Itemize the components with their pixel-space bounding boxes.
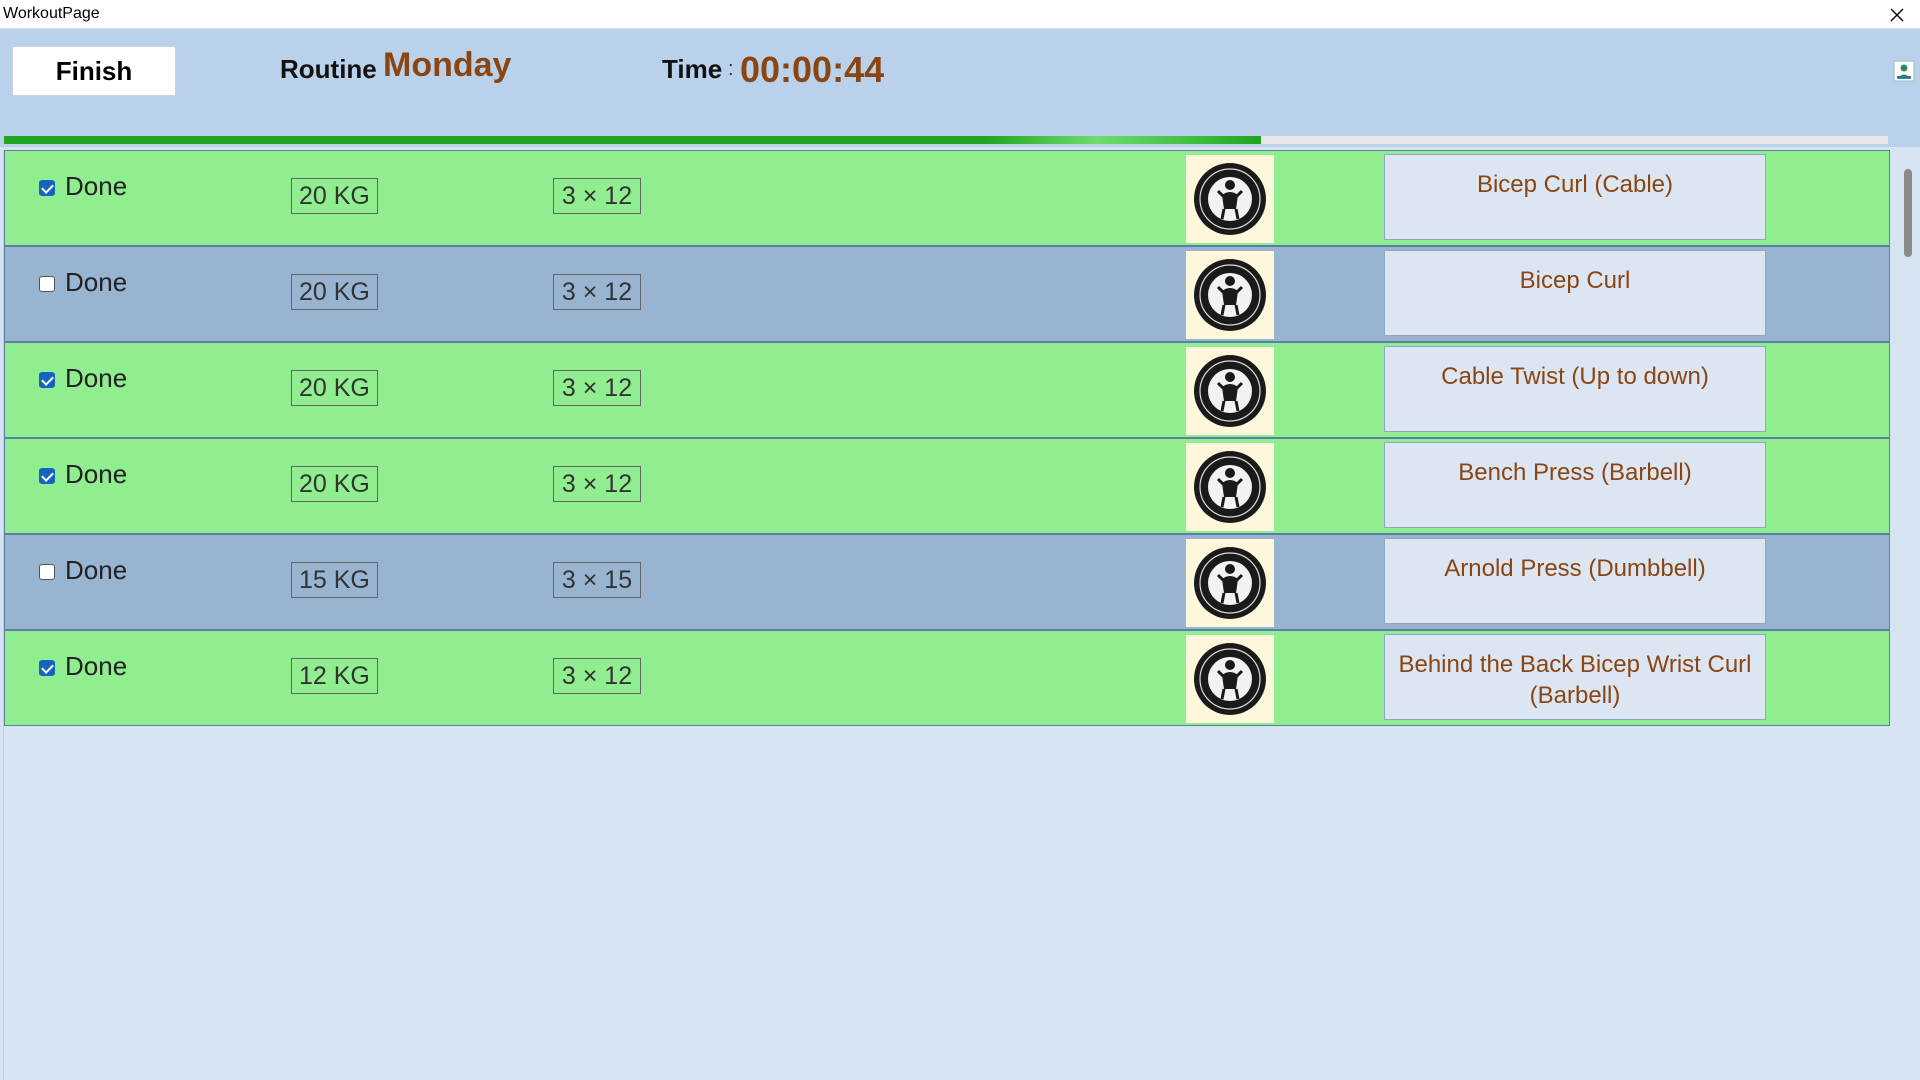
done-label[interactable]: Done [65, 171, 127, 202]
exercise-name-button[interactable]: Cable Twist (Up to down) [1384, 346, 1766, 432]
exercise-thumbnail [1186, 539, 1274, 627]
time-label: Time [662, 54, 723, 84]
done-label[interactable]: Done [65, 363, 127, 394]
window-title: WorkoutPage [3, 5, 100, 22]
finish-button[interactable]: Finish [12, 46, 176, 96]
time-separator: : [728, 58, 734, 80]
exercise-name-button[interactable]: Bicep Curl (Cable) [1384, 154, 1766, 240]
sets-reps-field[interactable]: 3 × 15 [553, 562, 641, 598]
weight-field[interactable]: 12 KG [291, 658, 378, 694]
sets-reps-field[interactable]: 3 × 12 [553, 370, 641, 406]
done-checkbox[interactable] [39, 276, 55, 292]
exercise-name-button[interactable]: Bicep Curl [1384, 250, 1766, 336]
exercise-thumbnail [1186, 251, 1274, 339]
elapsed-time: 00:00:44 [740, 49, 885, 90]
exercise-name-button[interactable]: Behind the Back Bicep Wrist Curl (Barbel… [1384, 634, 1766, 720]
workout-progress-fill [4, 136, 1261, 144]
exercise-thumbnail [1186, 635, 1274, 723]
exercise-row: Done 20 KG 3 × 12 Cable Twist (Up to dow… [4, 342, 1890, 438]
exercise-row: Done 20 KG 3 × 12 Bicep Curl (Cable) [4, 150, 1890, 246]
exercise-name-button[interactable]: Bench Press (Barbell) [1384, 442, 1766, 528]
sets-reps-field[interactable]: 3 × 12 [553, 658, 641, 694]
done-label[interactable]: Done [65, 267, 127, 298]
weight-field[interactable]: 20 KG [291, 466, 378, 502]
done-label[interactable]: Done [65, 651, 127, 682]
weight-field[interactable]: 15 KG [291, 562, 378, 598]
scrollbar[interactable] [1896, 147, 1920, 1080]
weight-field[interactable]: 20 KG [291, 370, 378, 406]
done-label[interactable]: Done [65, 555, 127, 586]
weight-field[interactable]: 20 KG [291, 274, 378, 310]
routine-label: Routine [280, 54, 377, 84]
exercise-thumbnail [1186, 443, 1274, 531]
scrollbar-thumb[interactable] [1904, 169, 1912, 257]
workout-header: Finish Routine Monday Time : 00:00:44 [0, 29, 1920, 147]
exercise-row: Done 15 KG 3 × 15 Arnold Press (Dumbbell… [4, 534, 1890, 630]
done-checkbox[interactable] [39, 372, 55, 388]
done-checkbox[interactable] [39, 180, 55, 196]
workout-progress-bar [4, 136, 1888, 144]
done-checkbox[interactable] [39, 468, 55, 484]
routine-name: Monday [383, 46, 512, 84]
exercise-list[interactable]: Done 20 KG 3 × 12 Bicep Curl (Cable) Don… [3, 150, 1890, 1080]
exercise-row: Done 20 KG 3 × 12 Bench Press (Barbell) [4, 438, 1890, 534]
weight-field[interactable]: 20 KG [291, 178, 378, 214]
title-bar: WorkoutPage [0, 0, 1920, 29]
exercise-name-button[interactable]: Arnold Press (Dumbbell) [1384, 538, 1766, 624]
exercise-row: Done 12 KG 3 × 12 Behind the Back Bicep … [4, 630, 1890, 726]
done-checkbox[interactable] [39, 564, 55, 580]
done-label[interactable]: Done [65, 459, 127, 490]
person-icon[interactable] [1892, 59, 1916, 83]
sets-reps-field[interactable]: 3 × 12 [553, 466, 641, 502]
exercise-thumbnail [1186, 155, 1274, 243]
close-icon[interactable] [1874, 0, 1920, 29]
sets-reps-field[interactable]: 3 × 12 [553, 274, 641, 310]
exercise-row: Done 20 KG 3 × 12 Bicep Curl [4, 246, 1890, 342]
done-checkbox[interactable] [39, 660, 55, 676]
exercise-thumbnail [1186, 347, 1274, 435]
sets-reps-field[interactable]: 3 × 12 [553, 178, 641, 214]
